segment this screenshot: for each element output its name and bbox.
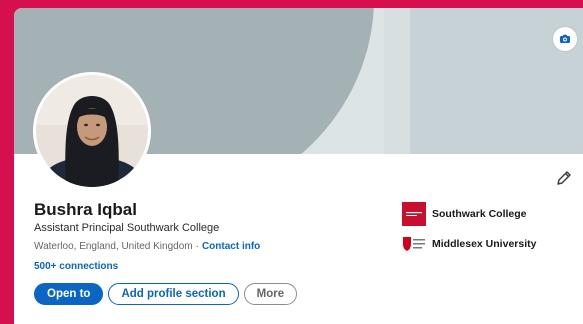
connections-link[interactable]: 500+ connections	[34, 261, 118, 272]
org-name: Southwark College	[432, 208, 527, 220]
location-line: Waterloo, England, United Kingdom · Contac…	[34, 241, 260, 252]
org-item-middlesex-university[interactable]: Middlesex University	[402, 235, 536, 253]
profile-name: Bushra Iqbal	[34, 200, 137, 219]
profile-photo	[36, 75, 148, 187]
org-name: Middlesex University	[432, 238, 537, 250]
profile-actions: Open to Add profile section More	[34, 283, 298, 305]
org-item-southwark-college[interactable]: Southwark College	[402, 202, 527, 226]
add-profile-section-button[interactable]: Add profile section	[108, 283, 239, 305]
profile-location: Waterloo, England, United Kingdom	[34, 241, 193, 252]
separator: ·	[195, 241, 199, 252]
camera-icon	[560, 34, 570, 43]
more-button[interactable]: More	[243, 283, 298, 305]
edit-intro-button[interactable]	[554, 168, 574, 188]
profile-headline: Assistant Principal Southwark College	[34, 222, 220, 234]
profile-card: Bushra Iqbal Assistant Principal Southwa…	[14, 8, 583, 324]
avatar[interactable]	[33, 72, 151, 190]
open-to-button[interactable]: Open to	[34, 283, 104, 305]
southwark-college-logo	[402, 202, 426, 226]
middlesex-university-logo	[402, 235, 426, 253]
pencil-icon	[557, 171, 571, 185]
edit-banner-button[interactable]	[553, 27, 577, 51]
banner-panel	[384, 8, 410, 154]
contact-info-link[interactable]: Contact info	[202, 241, 260, 252]
